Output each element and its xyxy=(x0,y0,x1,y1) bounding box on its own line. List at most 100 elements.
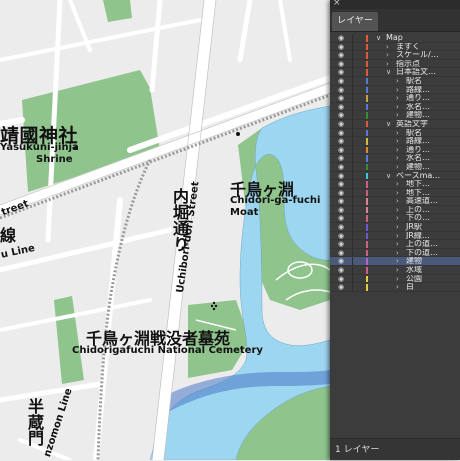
visibility-eye-icon[interactable]: ◉ xyxy=(338,163,344,171)
chevron-right-icon[interactable]: › xyxy=(396,180,399,188)
lock-column[interactable] xyxy=(352,154,353,162)
chevron-right-icon[interactable]: › xyxy=(396,77,399,85)
visibility-eye-icon[interactable]: ◉ xyxy=(338,111,344,119)
layer-row[interactable]: ◉ › 建物 xyxy=(330,257,460,267)
chevron-right-icon[interactable]: › xyxy=(396,275,399,283)
chevron-right-icon[interactable]: › xyxy=(396,137,399,145)
chevron-right-icon[interactable]: › xyxy=(396,163,399,171)
chevron-down-icon[interactable]: ∨ xyxy=(376,34,381,42)
layer-row[interactable]: ◉ › 下の道… xyxy=(330,248,460,258)
layer-row[interactable]: ◉ › 水域 xyxy=(330,266,460,275)
layer-row[interactable]: ◉ › 路線… xyxy=(330,137,460,146)
layer-row[interactable]: ◉ › 指示点 xyxy=(330,59,460,69)
chevron-down-icon[interactable]: ∨ xyxy=(386,120,391,128)
layer-row[interactable]: ◉ ∨ 日本語文… xyxy=(330,68,460,77)
visibility-eye-icon[interactable]: ◉ xyxy=(338,257,344,265)
layer-row[interactable]: ◉ › 路線… xyxy=(330,85,460,95)
layer-row[interactable]: ◉ › 建物… xyxy=(330,162,460,172)
chevron-right-icon[interactable]: › xyxy=(396,283,399,291)
layer-row[interactable]: ◉ ∨ Map xyxy=(330,34,460,43)
visibility-eye-icon[interactable]: ◉ xyxy=(338,240,344,248)
chevron-right-icon[interactable]: › xyxy=(396,94,399,102)
lock-column[interactable] xyxy=(352,188,353,197)
visibility-eye-icon[interactable]: ◉ xyxy=(338,120,344,128)
chevron-right-icon[interactable]: › xyxy=(396,154,399,162)
lock-column[interactable] xyxy=(352,85,353,94)
lock-column[interactable] xyxy=(352,240,353,248)
lock-column[interactable] xyxy=(352,257,353,266)
close-icon[interactable]: × xyxy=(333,0,341,8)
visibility-eye-icon[interactable]: ◉ xyxy=(338,68,344,76)
layer-row[interactable]: ◉ › 地下… xyxy=(330,188,460,198)
visibility-eye-icon[interactable]: ◉ xyxy=(338,146,344,154)
layer-row[interactable]: ◉ › スケール/… xyxy=(330,51,460,60)
chevron-right-icon[interactable]: › xyxy=(396,266,399,274)
visibility-eye-icon[interactable]: ◉ xyxy=(338,60,344,68)
lock-column[interactable] xyxy=(352,223,353,231)
visibility-eye-icon[interactable]: ◉ xyxy=(338,214,344,222)
lock-column[interactable] xyxy=(352,162,353,171)
chevron-right-icon[interactable]: › xyxy=(386,51,389,59)
visibility-eye-icon[interactable]: ◉ xyxy=(338,34,344,42)
lock-column[interactable] xyxy=(352,119,353,128)
layer-row[interactable]: ◉ › 水名… xyxy=(330,154,460,163)
lock-column[interactable] xyxy=(352,214,353,223)
lock-column[interactable] xyxy=(352,248,353,257)
lock-column[interactable] xyxy=(352,205,353,214)
layer-row[interactable]: ◉ › 地下… xyxy=(330,180,460,189)
layer-row[interactable]: ◉ › 通り… xyxy=(330,94,460,103)
chevron-right-icon[interactable]: › xyxy=(396,103,399,111)
chevron-right-icon[interactable]: › xyxy=(386,60,389,68)
chevron-right-icon[interactable]: › xyxy=(396,111,399,119)
visibility-eye-icon[interactable]: ◉ xyxy=(338,51,344,59)
visibility-eye-icon[interactable]: ◉ xyxy=(338,172,344,180)
visibility-eye-icon[interactable]: ◉ xyxy=(338,94,344,102)
lock-column[interactable] xyxy=(352,68,353,76)
lock-column[interactable] xyxy=(352,180,353,188)
layer-row[interactable]: ◉ › 駅名 xyxy=(330,76,460,86)
layer-row[interactable]: ◉ › 駅名 xyxy=(330,128,460,138)
visibility-eye-icon[interactable]: ◉ xyxy=(338,249,344,257)
chevron-right-icon[interactable]: › xyxy=(396,129,399,137)
chevron-right-icon[interactable]: › xyxy=(396,232,399,240)
lock-column[interactable] xyxy=(352,145,353,154)
chevron-right-icon[interactable]: › xyxy=(396,257,399,265)
chevron-right-icon[interactable]: › xyxy=(396,146,399,154)
layer-row[interactable]: ◉ › 下の… xyxy=(330,214,460,224)
lock-column[interactable] xyxy=(352,111,353,119)
visibility-eye-icon[interactable]: ◉ xyxy=(338,275,344,283)
lock-column[interactable] xyxy=(352,266,353,274)
visibility-eye-icon[interactable]: ◉ xyxy=(338,137,344,145)
visibility-eye-icon[interactable]: ◉ xyxy=(338,86,344,94)
layer-row[interactable]: ◉ › JR駅 xyxy=(330,223,460,232)
lock-column[interactable] xyxy=(352,274,353,283)
chevron-right-icon[interactable]: › xyxy=(396,223,399,231)
chevron-down-icon[interactable]: ∨ xyxy=(386,172,391,180)
layer-row[interactable]: ◉ › 上の… xyxy=(330,205,460,215)
lock-column[interactable] xyxy=(352,171,353,180)
layer-row[interactable]: ◉ › 建物… xyxy=(330,111,460,120)
layer-row[interactable]: ◉ › 公園 xyxy=(330,274,460,284)
layer-row[interactable]: ◉ › 上の道… xyxy=(330,240,460,249)
visibility-eye-icon[interactable]: ◉ xyxy=(338,129,344,137)
lock-column[interactable] xyxy=(352,76,353,85)
visibility-eye-icon[interactable]: ◉ xyxy=(338,197,344,205)
chevron-down-icon[interactable]: ∨ xyxy=(386,68,391,76)
chevron-right-icon[interactable]: › xyxy=(396,197,399,205)
chevron-right-icon[interactable]: › xyxy=(396,240,399,248)
layer-row[interactable]: ◉ ∨ ベースma… xyxy=(330,171,460,181)
layer-row[interactable]: ◉ › JR線… xyxy=(330,231,460,241)
visibility-eye-icon[interactable]: ◉ xyxy=(338,206,344,214)
lock-column[interactable] xyxy=(352,231,353,240)
visibility-eye-icon[interactable]: ◉ xyxy=(338,77,344,85)
visibility-eye-icon[interactable]: ◉ xyxy=(338,103,344,111)
lock-column[interactable] xyxy=(352,102,353,111)
visibility-eye-icon[interactable]: ◉ xyxy=(338,223,344,231)
chevron-right-icon[interactable]: › xyxy=(396,206,399,214)
lock-column[interactable] xyxy=(352,42,353,51)
lock-column[interactable] xyxy=(352,137,353,145)
tab-layers[interactable]: レイヤー xyxy=(332,12,378,31)
lock-column[interactable] xyxy=(352,197,353,205)
layer-row[interactable]: ◉ › 高速道… xyxy=(330,197,460,206)
chevron-right-icon[interactable]: › xyxy=(396,249,399,257)
